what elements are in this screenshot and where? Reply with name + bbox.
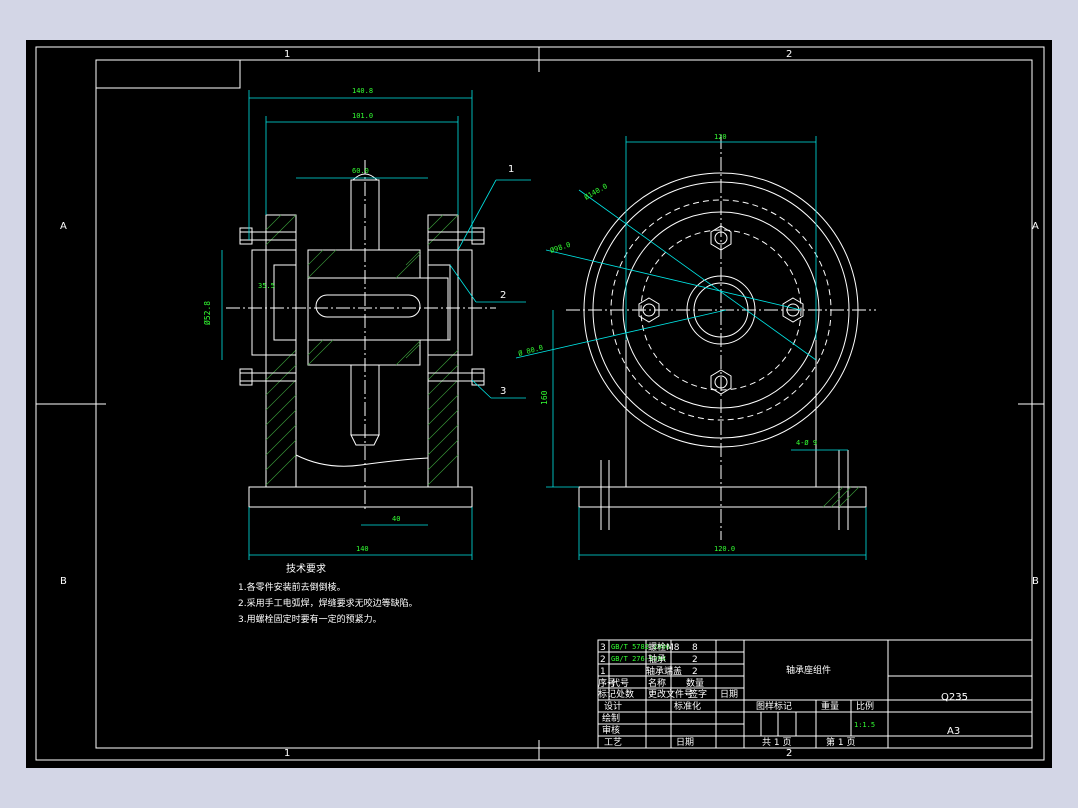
rev-sign: 签字 xyxy=(689,688,707,700)
dim-front-small: 35.5 xyxy=(258,282,275,290)
notes-title: 技术要求 xyxy=(286,562,326,575)
dim-side-d3: Ø 80.0 xyxy=(517,344,544,358)
rev-doc: 更改文件号 xyxy=(648,688,693,700)
part-2-no: 2 xyxy=(600,655,606,665)
leader-1: 1 xyxy=(508,164,514,175)
material: Q235 xyxy=(941,692,968,703)
dim-side-d2: Ø98.0 xyxy=(549,241,572,255)
title-block: 3 GB/T 5782-2000 螺栓M8 8 2 GB/T 276-1994 … xyxy=(597,639,1033,749)
dim-side-top: 120 xyxy=(714,133,727,141)
border-zone-labels: 1 2 1 2 A B A B xyxy=(60,49,1039,759)
part-2-qty: 2 xyxy=(692,655,698,665)
note-1: 1.各零件安装前去倒倒棱。 xyxy=(238,581,346,593)
dim-front-outer: 140.8 xyxy=(352,87,373,95)
header-name: 名称 xyxy=(648,677,666,689)
part-1-name: 轴承端盖 xyxy=(646,665,682,677)
note-2: 2.采用手工电弧焊，焊缝要求无咬边等缺陷。 xyxy=(238,597,418,609)
label-process: 工艺 xyxy=(604,737,622,748)
part-3-no: 3 xyxy=(600,643,606,653)
front-view xyxy=(226,160,496,510)
sheet-no: 第 1 页 xyxy=(826,736,855,748)
side-view xyxy=(566,135,876,540)
sheets-total: 共 1 页 xyxy=(762,737,791,748)
label-check: 审核 xyxy=(602,724,620,736)
header-code: 代号 xyxy=(611,678,629,689)
rev-count: 处数 xyxy=(616,688,634,700)
sheet-size: A3 xyxy=(947,726,960,737)
dim-side-height: 160 xyxy=(540,390,549,405)
drawing-sheet: 1 2 1 2 A B A B 140.8 101.0 60.0 Ø52.8 3… xyxy=(35,46,1045,761)
dim-front-base-inner: 40 xyxy=(392,515,400,523)
dim-front-inner: 101.0 xyxy=(352,112,373,120)
front-dimensions: 140.8 101.0 60.0 Ø52.8 35.5 40 140 xyxy=(202,87,473,560)
part-2-name: 轴承 xyxy=(648,653,666,665)
header-qty: 数量 xyxy=(686,677,704,689)
label-draw: 绘制 xyxy=(602,712,620,724)
label-design: 设计 xyxy=(604,700,622,712)
dim-side-d1: Ø140.0 xyxy=(583,182,609,202)
scale-value: 1:1.5 xyxy=(854,721,875,729)
side-dimensions: 120 Ø140.0 Ø98.0 Ø 80.0 160 120.0 4-Ø 9 xyxy=(515,133,867,560)
dim-side-holes: 4-Ø 9 xyxy=(796,439,817,447)
zone-left-b: B xyxy=(60,576,67,587)
label-standardize: 标准化 xyxy=(674,700,701,712)
label-scale: 比例 xyxy=(856,700,874,712)
part-1-qty: 2 xyxy=(692,667,698,677)
label-stage: 图样标记 xyxy=(756,700,792,712)
label-date: 日期 xyxy=(676,737,694,748)
part-3-name: 螺栓M8 xyxy=(648,641,680,653)
zone-top-1: 1 xyxy=(284,49,290,60)
part-leaders: 1 2 3 xyxy=(449,164,531,399)
rev-date: 日期 xyxy=(720,689,738,700)
zone-bottom-2: 2 xyxy=(786,748,792,759)
leader-2: 2 xyxy=(500,290,506,301)
part-3-qty: 8 xyxy=(692,643,698,653)
zone-bottom-1: 1 xyxy=(284,748,290,759)
zone-top-2: 2 xyxy=(786,49,792,60)
technical-notes: 技术要求 1.各零件安装前去倒倒棱。 2.采用手工电弧焊，焊缝要求无咬边等缺陷。… xyxy=(238,562,418,625)
drawing-title: 轴承座组件 xyxy=(786,664,831,676)
part-1-no: 1 xyxy=(600,667,606,677)
cad-canvas[interactable]: 1 2 1 2 A B A B 140.8 101.0 60.0 Ø52.8 3… xyxy=(26,40,1052,768)
zone-right-b: B xyxy=(1032,576,1039,587)
rev-mark: 标记 xyxy=(598,688,616,700)
dim-front-base: 140 xyxy=(356,545,369,553)
leader-3: 3 xyxy=(500,386,506,397)
zone-right-a: A xyxy=(1032,221,1039,232)
dim-side-base: 120.0 xyxy=(714,545,735,553)
note-3: 3.用螺栓固定时要有一定的预紧力。 xyxy=(238,613,382,625)
dim-front-shaft: 60.0 xyxy=(352,167,369,175)
zone-left-a: A xyxy=(60,221,67,232)
label-weight: 重量 xyxy=(821,700,839,712)
dim-front-bore: Ø52.8 xyxy=(202,301,212,325)
